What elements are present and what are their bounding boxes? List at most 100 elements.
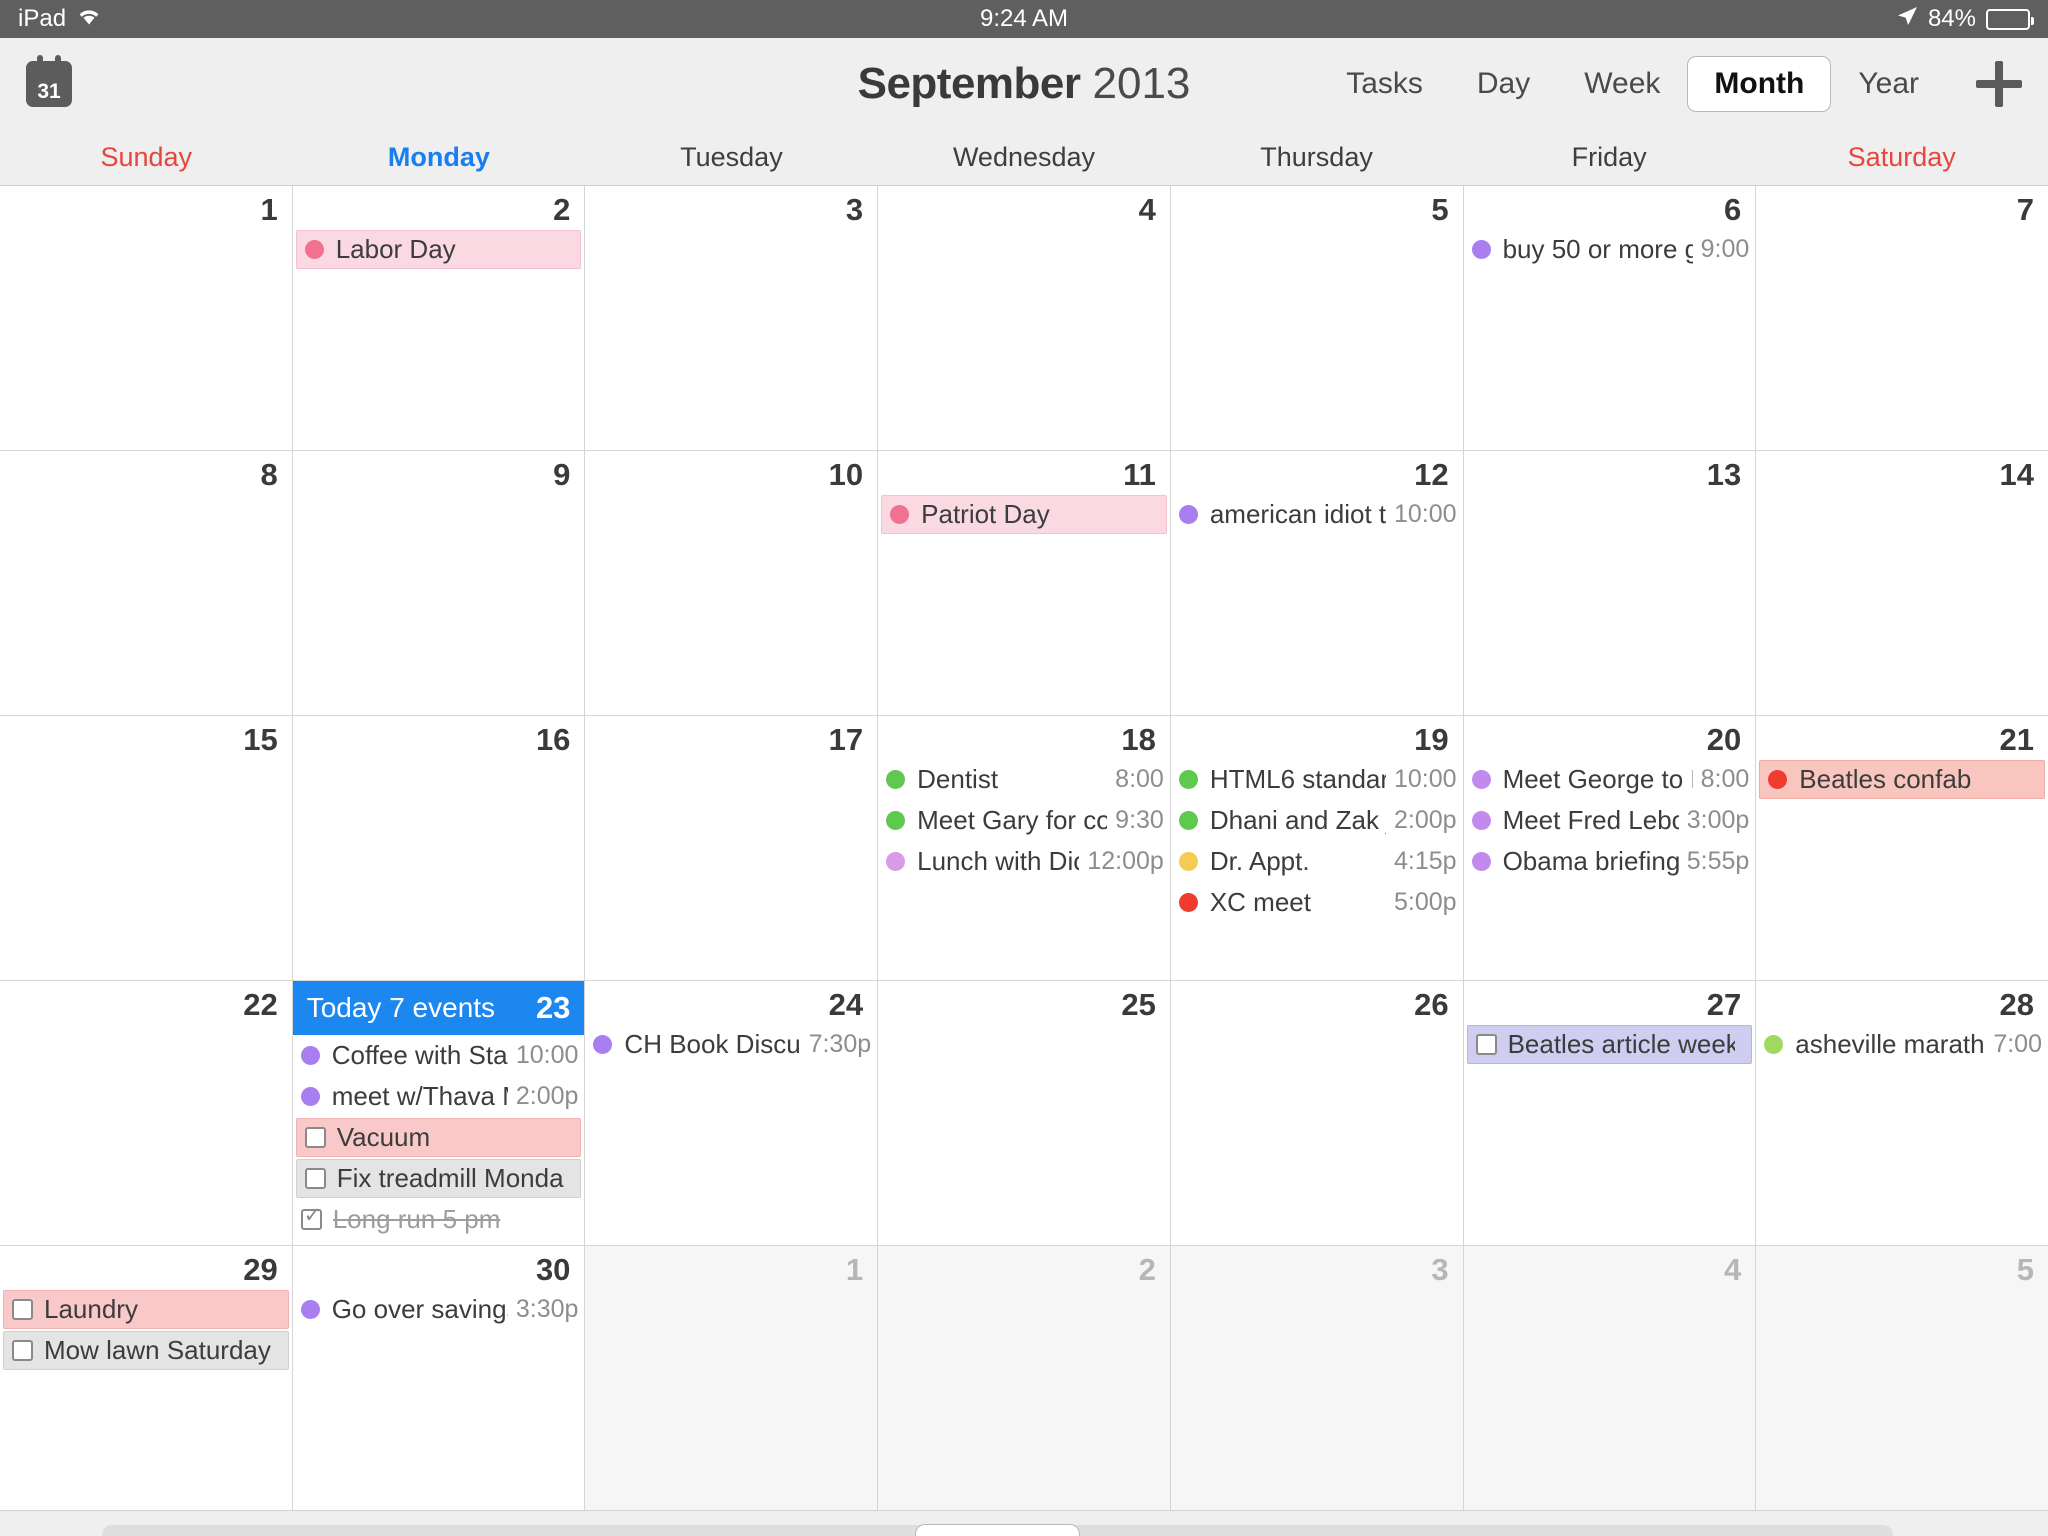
event-item[interactable]: Labor Day xyxy=(295,230,582,269)
day-cell[interactable]: Today 7 events 23 Coffee with Stan 10:00 mee… xyxy=(292,981,585,1245)
day-events xyxy=(0,759,292,980)
event-item[interactable]: Meet George to Pre8:00 xyxy=(1464,759,1756,800)
month-tab-oct[interactable]: Oct xyxy=(1079,1525,1242,1536)
task-checkbox[interactable] xyxy=(12,1340,33,1361)
wifi-icon xyxy=(76,5,102,33)
month-tab-may[interactable]: May xyxy=(265,1525,428,1536)
day-cell[interactable]: 28 asheville marathon 7:00 xyxy=(1756,981,2048,1245)
event-title: asheville marathon xyxy=(1795,1029,1985,1059)
task-checkbox[interactable] xyxy=(304,1127,326,1148)
day-cell[interactable]: 4 xyxy=(878,186,1170,450)
day-cell[interactable]: 1 xyxy=(0,186,292,450)
day-events xyxy=(1171,1024,1463,1245)
view-button-month[interactable]: Month xyxy=(1687,56,1832,112)
event-item[interactable]: Dentist 8:00 xyxy=(878,759,1170,800)
event-item[interactable]: meet w/Thava Ma2:00p xyxy=(293,1076,585,1117)
day-cell[interactable]: 11 Patriot Day xyxy=(878,451,1170,715)
event-title: Meet George to Pre xyxy=(1502,764,1693,794)
event-title: Dhani and Zak jan xyxy=(1209,805,1386,835)
event-item[interactable]: Meet Gary for coffe9:30 xyxy=(878,800,1170,841)
day-cell[interactable]: 27 Beatles article week fror xyxy=(1463,981,1756,1245)
event-item[interactable]: Dr. Appt. 4:15p xyxy=(1171,841,1463,882)
day-cell[interactable]: 4 xyxy=(1463,1246,1756,1510)
month-tab-dec[interactable]: Dec xyxy=(1405,1525,1568,1536)
month-tab-jan[interactable]: Jan xyxy=(1568,1525,1731,1536)
event-item[interactable]: Beatles confab xyxy=(1759,760,2045,799)
event-item[interactable]: Meet Fred Lebows3:00p xyxy=(1464,800,1756,841)
event-color-dot-icon xyxy=(1471,811,1491,830)
day-cell[interactable]: 2 xyxy=(878,1246,1170,1510)
event-item[interactable]: Go over savings/i3:30p xyxy=(293,1289,585,1330)
add-event-button[interactable] xyxy=(1976,61,2022,107)
task-item[interactable]: Beatles article week fror xyxy=(1466,1025,1753,1064)
day-cell[interactable]: 17 xyxy=(585,716,878,980)
day-cell[interactable]: 22 xyxy=(0,981,292,1245)
day-cell[interactable]: 20Meet George to Pre8:00Meet Fred Lebows… xyxy=(1463,716,1756,980)
day-cell[interactable]: 10 xyxy=(585,451,878,715)
month-tab-nov[interactable]: Nov xyxy=(1242,1525,1405,1536)
day-cell[interactable]: 19 HTML6 standards 10:00 Dhani and Zak jan 2… xyxy=(1170,716,1463,980)
month-tab-jun[interactable]: Jun xyxy=(428,1525,591,1536)
view-button-tasks[interactable]: Tasks xyxy=(1319,56,1450,112)
task-checkbox[interactable] xyxy=(1475,1034,1497,1055)
task-item[interactable]: Mow lawn Saturday xyxy=(3,1331,289,1370)
view-button-week[interactable]: Week xyxy=(1557,56,1687,112)
event-item[interactable]: HTML6 standards 10:00 xyxy=(1171,759,1463,800)
task-item[interactable]: Long run 5 pm xyxy=(293,1199,585,1240)
day-cell[interactable]: 24CH Book Discussi7:30p xyxy=(585,981,878,1245)
calendar-app-icon[interactable]: 31 xyxy=(26,55,72,107)
day-cell[interactable]: 3 xyxy=(1170,1246,1463,1510)
day-cell[interactable]: 5 xyxy=(1756,1246,2048,1510)
event-item[interactable]: buy 50 or more grai9:00 xyxy=(1464,229,1756,270)
event-item[interactable]: Patriot Day xyxy=(881,495,1167,534)
day-cell[interactable]: 14 xyxy=(1756,451,2048,715)
day-cell[interactable]: 8 xyxy=(0,451,292,715)
day-cell[interactable]: 26 xyxy=(1170,981,1463,1245)
month-tab-aug[interactable]: Aug xyxy=(753,1525,916,1536)
event-title: buy 50 or more grai xyxy=(1502,234,1693,264)
task-item[interactable]: Fix treadmill Monday 9 a xyxy=(295,1159,582,1198)
day-cell[interactable]: 21 Beatles confab xyxy=(1756,716,2048,980)
event-item[interactable]: asheville marathon 7:00 xyxy=(1756,1024,2048,1065)
gear-icon[interactable] xyxy=(32,1531,78,1536)
view-button-year[interactable]: Year xyxy=(1831,56,1946,112)
task-item[interactable]: Vacuum xyxy=(295,1118,582,1157)
event-item[interactable]: CH Book Discussi7:30p xyxy=(585,1024,877,1065)
event-item[interactable]: Dhani and Zak jan 2:00p xyxy=(1171,800,1463,841)
task-item[interactable]: Laundry xyxy=(3,1290,289,1329)
event-item[interactable]: american idiot tix 10:00 xyxy=(1171,494,1463,535)
day-cell[interactable]: 15 xyxy=(0,716,292,980)
month-tab-apr[interactable]: Apr xyxy=(102,1525,265,1536)
day-cell[interactable]: 2 Labor Day xyxy=(292,186,585,450)
day-cell[interactable]: 30Go over savings/i3:30p xyxy=(292,1246,585,1510)
month-tab-sep[interactable]: Sep xyxy=(915,1523,1081,1536)
day-cell[interactable]: 29 Laundry Mow lawn Saturday xyxy=(0,1246,292,1510)
day-cell[interactable]: 6buy 50 or more grai9:00 xyxy=(1463,186,1756,450)
task-checkbox[interactable] xyxy=(12,1299,33,1320)
event-time: 7:30p xyxy=(808,1030,872,1058)
day-cell[interactable]: 3 xyxy=(585,186,878,450)
month-tab-feb[interactable]: Feb xyxy=(1730,1525,1893,1536)
task-checkbox[interactable] xyxy=(300,1205,322,1230)
day-cell[interactable]: 1 xyxy=(585,1246,878,1510)
day-cell[interactable]: 7 xyxy=(1756,186,2048,450)
task-checkbox[interactable] xyxy=(304,1168,326,1189)
day-cell[interactable]: 16 xyxy=(292,716,585,980)
day-cell[interactable]: 5 xyxy=(1170,186,1463,450)
day-number: 24 xyxy=(828,987,864,1022)
event-item[interactable]: Obama briefing W5:55p xyxy=(1464,841,1756,882)
day-events: Go over savings/i3:30p xyxy=(293,1289,585,1510)
event-item[interactable]: Lunch with Dioge 12:00p xyxy=(878,841,1170,882)
event-item[interactable]: Coffee with Stan 10:00 xyxy=(293,1035,585,1076)
day-number: 4 xyxy=(1724,1252,1742,1287)
day-cell[interactable]: 13 xyxy=(1463,451,1756,715)
view-button-day[interactable]: Day xyxy=(1450,56,1557,112)
day-cell[interactable]: 12 american idiot tix 10:00 xyxy=(1170,451,1463,715)
event-item[interactable]: XC meet 5:00p xyxy=(1171,882,1463,923)
month-tab-jul[interactable]: Jul xyxy=(591,1525,754,1536)
day-events: HTML6 standards 10:00 Dhani and Zak jan 2:0… xyxy=(1171,759,1463,980)
day-cell[interactable]: 18Dentist8:00Meet Gary for coffe9:30Lunc… xyxy=(878,716,1170,980)
day-cell[interactable]: 25 xyxy=(878,981,1170,1245)
day-cell[interactable]: 9 xyxy=(292,451,585,715)
event-title: Laundry xyxy=(44,1294,138,1324)
